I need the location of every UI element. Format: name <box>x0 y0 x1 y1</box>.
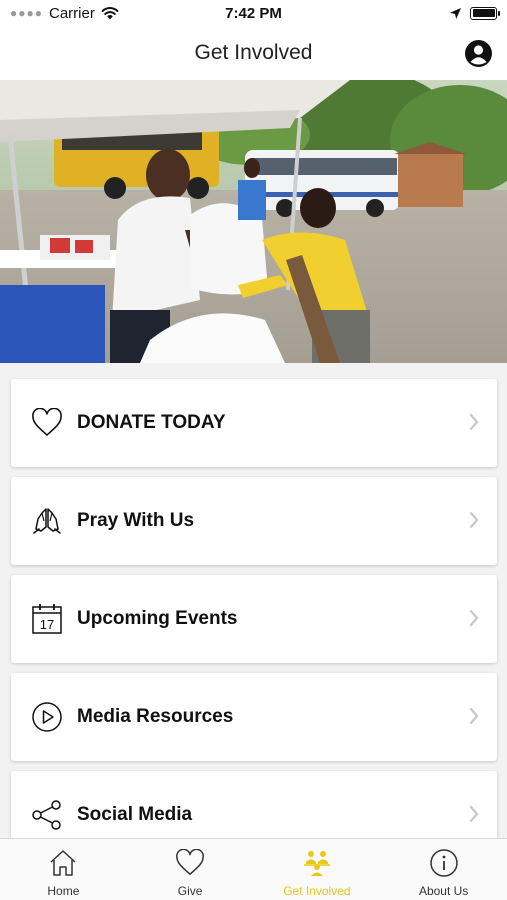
carrier-label: Carrier <box>49 4 95 22</box>
heart-icon <box>174 847 206 879</box>
tab-get-involved[interactable]: Get Involved <box>254 839 381 900</box>
status-right <box>449 6 500 20</box>
chevron-right-icon <box>469 413 479 431</box>
tab-label: About Us <box>418 884 469 898</box>
location-arrow-icon <box>450 7 461 19</box>
play-circle-icon <box>31 701 63 733</box>
info-icon <box>428 847 460 879</box>
donate-today-card[interactable]: DONATE TODAY <box>11 379 497 467</box>
chevron-right-icon <box>469 707 479 725</box>
upcoming-events-card[interactable]: 17 Upcoming Events <box>11 575 497 663</box>
chevron-right-icon <box>469 511 479 529</box>
tab-about-us[interactable]: About Us <box>380 839 507 900</box>
tab-home[interactable]: Home <box>0 839 127 900</box>
tab-label: Home <box>47 884 80 898</box>
card-label: Upcoming Events <box>77 608 238 629</box>
hero-image <box>0 80 507 363</box>
chevron-right-icon <box>469 805 479 823</box>
tab-label: Give <box>177 884 203 898</box>
share-icon <box>31 799 63 831</box>
wifi-icon <box>101 7 119 20</box>
calendar-icon-day: 17 <box>40 617 54 632</box>
signal-icon: ●●●● <box>10 6 43 20</box>
status-bar: ●●●● Carrier 7:42 PM <box>0 0 507 26</box>
navigation-bar: Get Involved <box>0 26 507 80</box>
chevron-right-icon <box>469 609 479 627</box>
heart-icon <box>31 407 63 439</box>
card-label: Media Resources <box>77 706 234 727</box>
tab-label: Get Involved <box>283 884 351 898</box>
people-icon <box>301 847 333 879</box>
card-label: DONATE TODAY <box>77 412 226 433</box>
profile-icon[interactable] <box>464 39 493 68</box>
tab-give[interactable]: Give <box>127 839 254 900</box>
card-label: Pray With Us <box>77 510 195 531</box>
battery-icon <box>470 6 500 20</box>
tab-bar: Home Give Get Involved About Us <box>0 838 507 900</box>
status-left: ●●●● Carrier <box>10 5 119 22</box>
calendar-icon: 17 <box>31 603 63 635</box>
page-title: Get Involved <box>194 41 313 64</box>
pray-with-us-card[interactable]: Pray With Us <box>11 477 497 565</box>
media-resources-card[interactable]: Media Resources <box>11 673 497 761</box>
praying-hands-icon <box>31 505 63 537</box>
card-label: Social Media <box>77 804 193 825</box>
hero-photo-illustration <box>0 80 507 363</box>
home-icon <box>47 847 79 879</box>
